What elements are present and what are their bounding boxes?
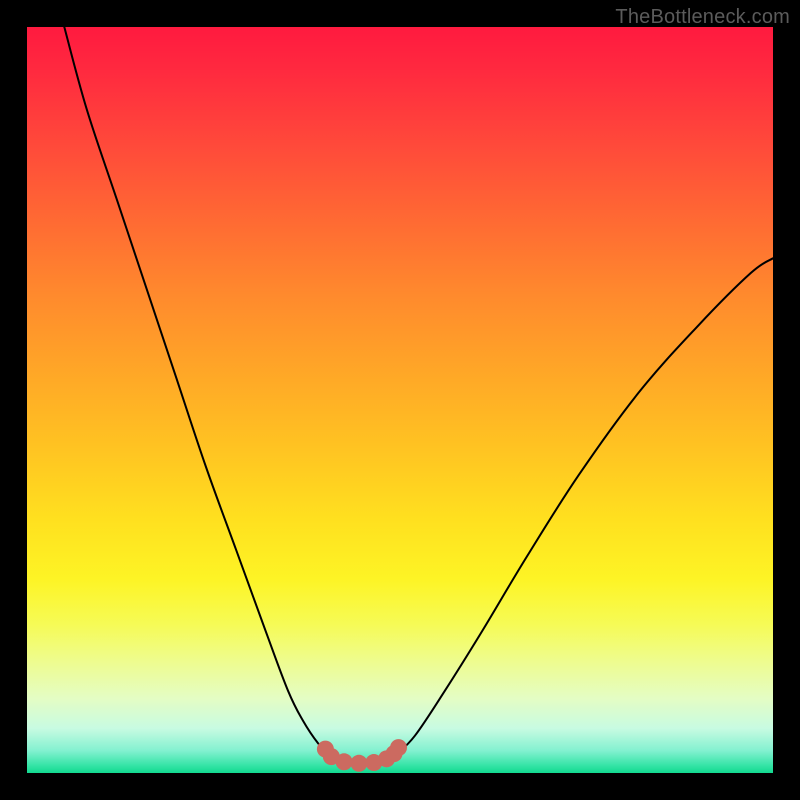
chart-frame: TheBottleneck.com bbox=[0, 0, 800, 800]
curve-marker bbox=[390, 739, 407, 756]
plot-area bbox=[27, 27, 773, 773]
bottleneck-curve bbox=[27, 27, 773, 773]
watermark-text: TheBottleneck.com bbox=[615, 6, 790, 29]
curve-marker bbox=[336, 753, 353, 770]
curve-marker bbox=[350, 755, 367, 772]
curve-path bbox=[64, 27, 773, 764]
